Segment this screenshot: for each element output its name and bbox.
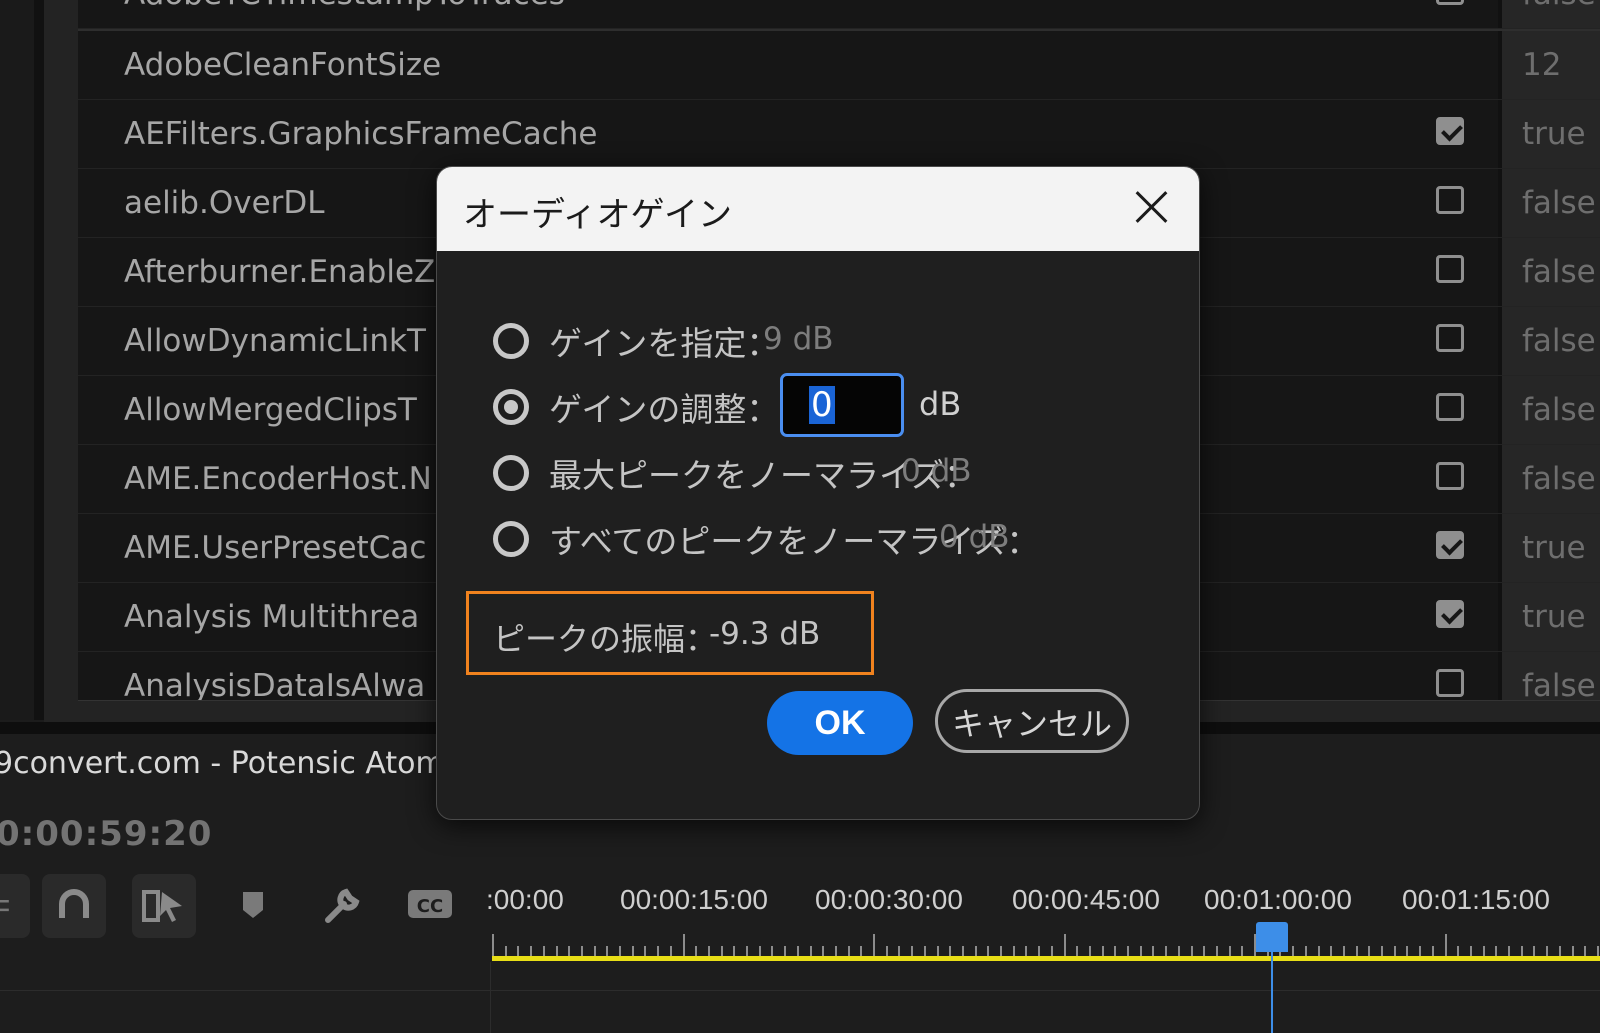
pref-checkbox[interactable] — [1436, 186, 1464, 214]
close-icon[interactable] — [1129, 185, 1173, 229]
pref-value[interactable]: false — [1522, 185, 1596, 221]
option-value[interactable]: 0 dB — [901, 453, 972, 489]
pref-checkbox[interactable] — [1436, 255, 1464, 283]
audio-gain-dialog: オーディオゲイン ゲインを指定： 9 dB ゲインの調整： 0 dB 最大ピーク… — [436, 166, 1200, 820]
dialog-titlebar[interactable]: オーディオゲイン — [437, 167, 1199, 251]
pref-name: Afterburner.EnableZ — [124, 254, 436, 290]
radio-adjust-gain[interactable] — [493, 389, 529, 425]
ruler-label: :00:00 — [486, 884, 564, 915]
ok-button[interactable]: OK — [767, 691, 913, 755]
ruler-label: 00:00:45:00 — [1012, 884, 1160, 915]
pref-value[interactable]: true — [1522, 599, 1586, 635]
pref-checkbox[interactable] — [1436, 393, 1464, 421]
ruler-label: 00:00:30:00 — [815, 884, 963, 915]
pref-value[interactable]: false — [1522, 323, 1596, 359]
pref-checkbox[interactable] — [1436, 600, 1464, 628]
option-label: ゲインの調整： — [549, 390, 780, 429]
track-header-divider — [490, 962, 491, 1033]
radio-set-gain[interactable] — [493, 323, 529, 359]
pref-name: AllowMergedClipsT — [124, 392, 417, 428]
sequence-tab-title[interactable]: 9convert.com - Potensic Atom — [0, 746, 445, 781]
pref-checkbox[interactable] — [1436, 117, 1464, 145]
linked-selection-button[interactable] — [132, 874, 196, 938]
timeline-settings-button[interactable] — [320, 884, 364, 936]
left-panel-edge — [0, 0, 44, 720]
pref-value[interactable]: false — [1522, 461, 1596, 497]
peak-amplitude-highlight: ピークの振幅： -9.3 dB — [466, 591, 874, 675]
ruler-label: 00:01:15:00 — [1402, 884, 1550, 915]
magnet-icon — [59, 889, 89, 918]
peak-amplitude-value: -9.3 dB — [709, 616, 821, 652]
pref-row[interactable]: AdobeCleanFontSize 12 — [78, 31, 1600, 102]
peak-amplitude-label: ピークの振幅： — [493, 620, 718, 658]
gain-input-value[interactable]: 0 — [809, 386, 835, 424]
add-marker-button[interactable] — [240, 884, 266, 932]
pref-name: AME.UserPresetCac — [124, 530, 427, 566]
pref-checkbox[interactable] — [1436, 669, 1464, 697]
svg-text:CC: CC — [417, 896, 443, 917]
linked-selection-icon — [142, 890, 182, 922]
pref-value[interactable]: false — [1522, 392, 1596, 428]
pref-checkbox[interactable] — [1436, 531, 1464, 559]
pref-name: AEFilters.GraphicsFrameCache — [124, 116, 598, 152]
gain-unit-label: dB — [919, 385, 962, 423]
pref-row[interactable]: AdobeTCTimestampToTraces false — [78, 0, 1600, 31]
option-value[interactable]: 0 dB — [939, 519, 1010, 555]
pref-row[interactable]: AEFilters.GraphicsFrameCache true — [78, 100, 1600, 171]
insert-sequence-button[interactable]: ⇇ — [0, 874, 30, 938]
ruler-label: 00:00:15:00 — [620, 884, 768, 915]
marker-icon — [243, 892, 263, 918]
pref-value[interactable]: true — [1522, 530, 1586, 566]
pref-value[interactable]: 12 — [1522, 47, 1561, 83]
pref-value[interactable]: false — [1522, 668, 1596, 700]
playhead-line — [1271, 949, 1273, 1033]
pref-name: AnalysisDataIsAlwa — [124, 668, 426, 701]
work-area-bar[interactable] — [492, 956, 1600, 961]
playhead-handle[interactable] — [1256, 922, 1288, 952]
pref-value[interactable]: false — [1522, 0, 1596, 12]
pref-name: Analysis Multithrea — [124, 599, 420, 635]
cancel-button[interactable]: キャンセル — [935, 689, 1129, 753]
pref-checkbox[interactable] — [1436, 0, 1464, 5]
snap-button[interactable] — [42, 874, 106, 938]
pref-value[interactable]: false — [1522, 254, 1596, 290]
wrench-icon — [325, 888, 360, 923]
closed-captions-icon: CC — [408, 890, 452, 918]
playhead-timecode[interactable]: 0:00:59:20 — [0, 814, 212, 854]
pref-name: AllowDynamicLinkT — [124, 323, 426, 359]
pref-name: AME.EncoderHost.N — [124, 461, 432, 497]
track-divider — [0, 990, 1600, 991]
captions-button[interactable]: CC — [406, 884, 454, 932]
pref-name: AdobeTCTimestampToTraces — [124, 0, 565, 12]
pref-value[interactable]: true — [1522, 116, 1586, 152]
radio-normalize-all-peaks[interactable] — [493, 521, 529, 557]
gain-adjust-input[interactable]: 0 — [780, 373, 904, 437]
pref-name: AdobeCleanFontSize — [124, 47, 442, 83]
option-value: 9 dB — [763, 321, 834, 357]
nest-icon: ⇇ — [0, 888, 11, 923]
ruler-label: 00:01:00:00 — [1204, 884, 1352, 915]
pref-checkbox[interactable] — [1436, 462, 1464, 490]
radio-normalize-max-peak[interactable] — [493, 455, 529, 491]
pref-checkbox[interactable] — [1436, 324, 1464, 352]
pref-name: aelib.OverDL — [124, 185, 325, 221]
option-label: ゲインを指定： — [549, 324, 780, 363]
dialog-title: オーディオゲイン — [463, 195, 732, 235]
